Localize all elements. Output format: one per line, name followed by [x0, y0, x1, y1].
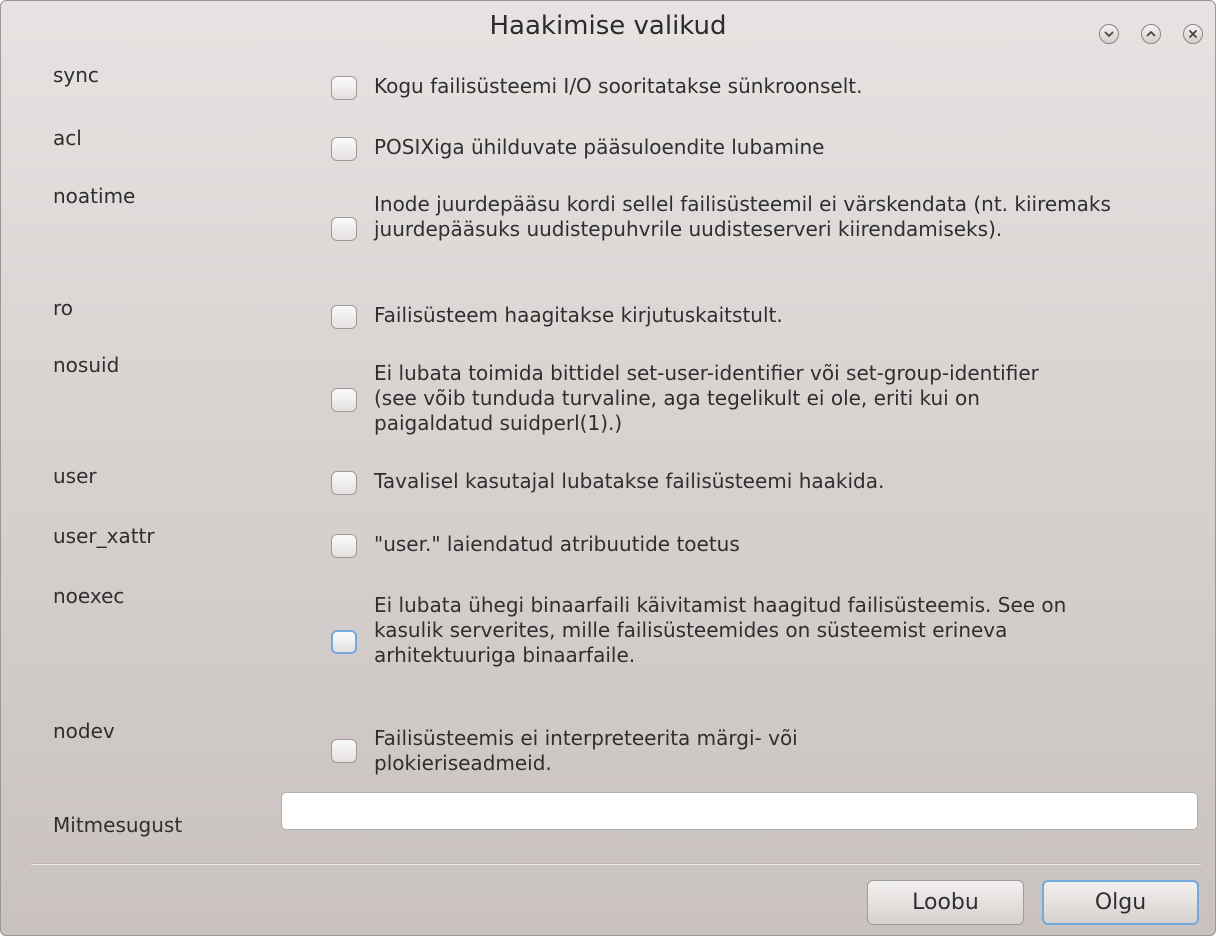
checkbox-acl[interactable] — [331, 137, 357, 161]
option-label-nosuid: nosuid — [53, 353, 120, 377]
option-description-nosuid: Ei lubata toimida bittidel set-user-iden… — [374, 361, 1039, 435]
checkbox-sync[interactable] — [331, 76, 357, 100]
option-label-user: user — [53, 464, 97, 488]
option-description-nodev: Failisüsteemis ei interpreteerita märgi-… — [374, 726, 798, 775]
mount-options-dialog: Haakimise valikud sync Kogu failisüsteem… — [0, 0, 1216, 936]
chevron-down-icon — [1103, 28, 1115, 40]
separator — [31, 863, 1201, 865]
checkbox-ro[interactable] — [331, 305, 357, 329]
option-label-noexec: noexec — [53, 584, 125, 608]
checkbox-user-xattr[interactable] — [331, 534, 357, 558]
checkbox-nosuid[interactable] — [331, 388, 357, 412]
maximize-button[interactable] — [1141, 24, 1161, 44]
misc-label: Mitmesugust — [53, 813, 183, 837]
cancel-button[interactable]: Loobu — [867, 880, 1024, 925]
misc-options-input[interactable] — [281, 792, 1198, 830]
option-description-sync: Kogu failisüsteemi I/O sooritatakse sünk… — [374, 74, 863, 98]
option-description-ro: Failisüsteem haagitakse kirjutuskaitstul… — [374, 303, 783, 327]
close-icon — [1187, 28, 1199, 40]
chevron-up-icon — [1145, 28, 1157, 40]
option-label-noatime: noatime — [53, 184, 136, 208]
close-button[interactable] — [1183, 24, 1203, 44]
minimize-button[interactable] — [1099, 24, 1119, 44]
option-description-user: Tavalisel kasutajal lubatakse failisüste… — [374, 469, 885, 493]
checkbox-noatime[interactable] — [331, 217, 357, 241]
option-label-acl: acl — [53, 126, 82, 150]
option-label-user-xattr: user_xattr — [53, 524, 155, 548]
option-description-user-xattr: "user." laiendatud atribuutide toetus — [374, 532, 740, 556]
option-label-sync: sync — [53, 63, 99, 87]
option-label-ro: ro — [53, 296, 74, 320]
option-description-noatime: Inode juurdepääsu kordi sellel failisüst… — [374, 192, 1111, 241]
checkbox-user[interactable] — [331, 471, 357, 495]
option-description-acl: POSIXiga ühilduvate pääsuloendite lubami… — [374, 135, 825, 159]
title-bar[interactable]: Haakimise valikud — [1, 1, 1215, 44]
checkbox-noexec[interactable] — [331, 630, 357, 654]
option-label-nodev: nodev — [53, 719, 115, 743]
window-title: Haakimise valikud — [489, 11, 727, 41]
checkbox-nodev[interactable] — [331, 739, 357, 763]
ok-button[interactable]: Olgu — [1042, 880, 1199, 925]
option-description-noexec: Ei lubata ühegi binaarfaili käivitamist … — [374, 593, 1067, 667]
